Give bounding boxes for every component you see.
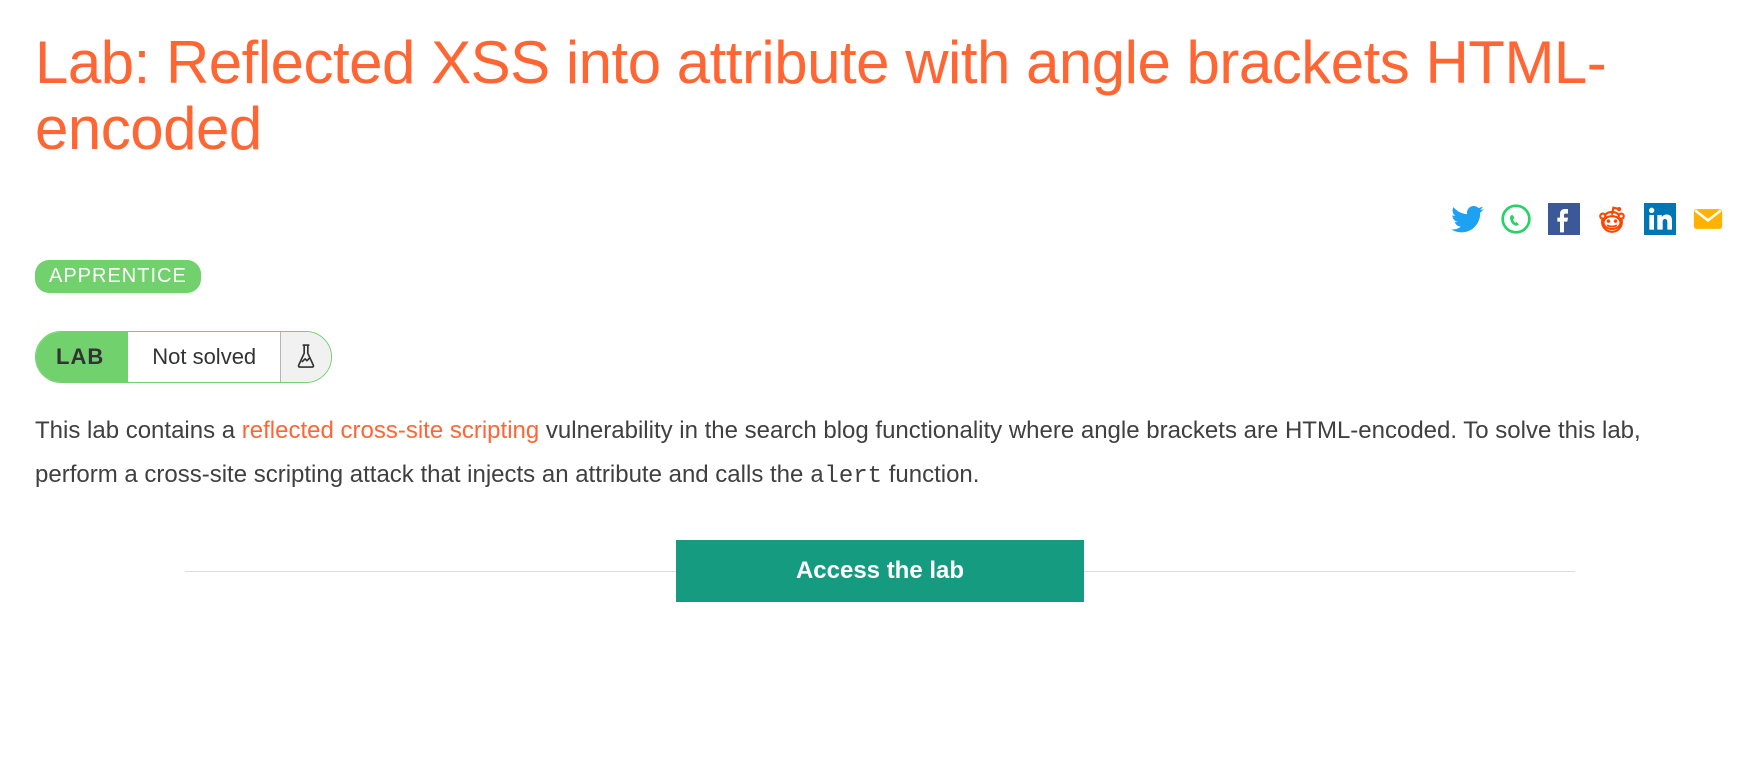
alert-code: alert [810,463,882,490]
lab-status-widget: LAB Not solved [35,331,332,383]
flask-icon [281,332,331,382]
lab-description: This lab contains a reflected cross-site… [35,409,1725,500]
email-icon[interactable] [1691,202,1725,236]
reflected-xss-link[interactable]: reflected cross-site scripting [242,417,539,444]
desc-text-3: function. [882,461,979,488]
reddit-icon[interactable] [1595,202,1629,236]
access-row: Access the lab [35,540,1725,602]
page-title: Lab: Reflected XSS into attribute with a… [35,30,1725,162]
desc-text-1: This lab contains a [35,417,242,444]
linkedin-icon[interactable] [1643,202,1677,236]
facebook-icon[interactable] [1547,202,1581,236]
lab-label: LAB [36,332,128,382]
lab-status-text: Not solved [128,332,281,382]
whatsapp-icon[interactable] [1499,202,1533,236]
share-row [35,202,1725,236]
twitter-icon[interactable] [1451,202,1485,236]
difficulty-badge: APPRENTICE [35,260,201,293]
access-lab-button[interactable]: Access the lab [676,540,1084,602]
